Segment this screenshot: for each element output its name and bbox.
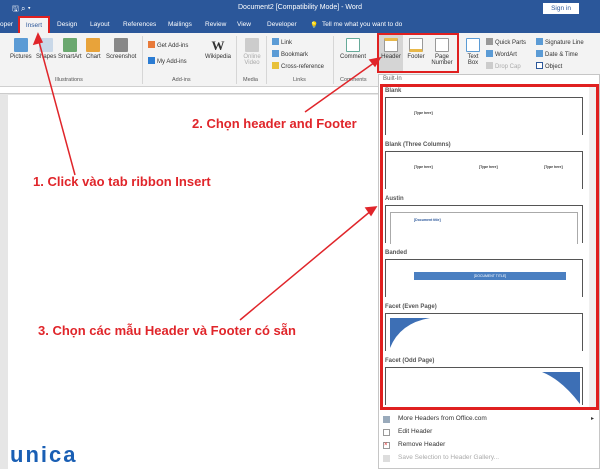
annotation-step-1: 1. Click vào tab ribbon Insert xyxy=(33,174,211,189)
arrow-to-insert xyxy=(37,37,76,176)
arrow-to-header xyxy=(304,59,379,113)
arrow-to-gallery xyxy=(239,209,373,321)
annotation-step-3: 3. Chọn các mẫu Header và Footer có sẵn xyxy=(38,323,296,338)
annotation-arrows xyxy=(32,32,382,321)
annotation-step-2: 2. Chọn header and Footer xyxy=(192,116,357,131)
unica-logo: unica xyxy=(10,442,78,467)
